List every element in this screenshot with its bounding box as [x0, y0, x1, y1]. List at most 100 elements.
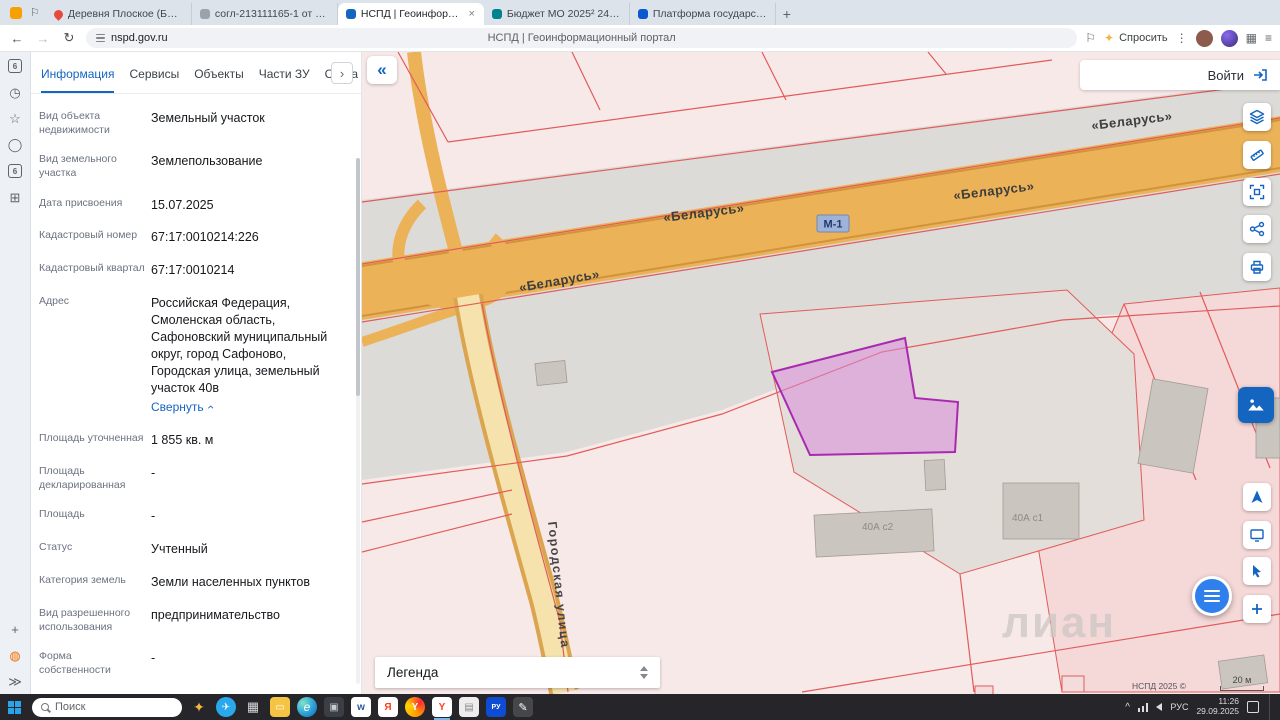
profile-circle-icon[interactable]: ◯: [8, 138, 23, 151]
taskbar-app-icon[interactable]: ✦: [189, 697, 209, 717]
browser-menu-icon[interactable]: ≡: [1265, 31, 1272, 45]
taskbar-app-icon[interactable]: Y: [405, 697, 425, 717]
tab-parcel-parts[interactable]: Части ЗУ: [259, 55, 310, 93]
locate-button[interactable]: [1243, 483, 1271, 511]
cursor-icon: [1253, 565, 1261, 578]
extension-badge[interactable]: 6: [8, 59, 22, 73]
feedback-button[interactable]: [1192, 576, 1232, 616]
tab-objects[interactable]: Объекты: [194, 55, 244, 93]
browser-sidebar: 6 ◷ ☆ ◯ 6 ⊞ + ◍ ≫: [0, 52, 31, 694]
disk-icon[interactable]: ◍: [9, 649, 20, 662]
print-button[interactable]: [1243, 253, 1271, 281]
attribute-row: Статус Учтенный: [39, 541, 208, 557]
extent-button[interactable]: [1243, 178, 1271, 206]
map-graphics: М-1 «Беларусь» «Беларусь» «Беларусь» «Бе…: [362, 52, 1280, 694]
layers-button[interactable]: [1243, 103, 1271, 131]
address-bar[interactable]: nspd.gov.ru НСПД | Геоинформационный пор…: [86, 28, 1078, 48]
show-desktop-button[interactable]: [1269, 694, 1272, 720]
legend-bar[interactable]: Легенда: [375, 657, 660, 688]
taskbar-app-icon[interactable]: ▣: [324, 697, 344, 717]
panorama-button[interactable]: [1238, 387, 1274, 423]
taskbar-app-icon[interactable]: ▦: [243, 697, 263, 717]
taskbar-app-icon[interactable]: РУ: [486, 697, 506, 717]
notification-icon[interactable]: [1247, 701, 1259, 713]
login-icon[interactable]: [1252, 67, 1268, 83]
taskbar-app-icon[interactable]: ▤: [459, 697, 479, 717]
clock[interactable]: 11:26 29.09.2025: [1196, 696, 1239, 717]
building-outline: [1061, 675, 1085, 693]
login-button[interactable]: Войти: [1208, 68, 1244, 83]
taskbar-search[interactable]: Поиск: [32, 697, 182, 717]
map-watermark: лиан: [1002, 598, 1117, 647]
profile-avatar[interactable]: [1195, 29, 1213, 47]
object-info-panel: Информация Сервисы Объекты Части ЗУ Сост…: [31, 52, 362, 694]
taskbar-app-icon[interactable]: w: [351, 697, 371, 717]
parcel-label: 40А с1: [1012, 513, 1044, 524]
taskbar-app-icon-active[interactable]: Y: [432, 697, 452, 720]
taskbar-app-icon[interactable]: ▭: [270, 697, 290, 717]
browser-tab[interactable]: Деревня Плоское (Белев...: [46, 3, 192, 25]
tray-expand-icon[interactable]: ^: [1125, 702, 1130, 713]
share-icon: [1249, 221, 1265, 237]
tab-information[interactable]: Информация: [41, 55, 115, 93]
route-badge: М-1: [816, 214, 850, 233]
volume-icon[interactable]: [1156, 703, 1163, 711]
new-tab-button[interactable]: +: [776, 3, 798, 25]
network-icon[interactable]: [1137, 702, 1149, 712]
reload-button[interactable]: ↻: [60, 30, 78, 46]
forward-button[interactable]: →: [34, 31, 52, 46]
attribute-row-address: Адрес Российская Федерация, Смоленская о…: [39, 295, 328, 415]
building: [923, 459, 947, 491]
start-button[interactable]: [8, 700, 21, 714]
back-button[interactable]: ←: [8, 31, 26, 46]
parcel-label: 40А с2: [862, 522, 894, 533]
browser-tab[interactable]: Платформа государствен...: [630, 3, 776, 25]
zoom-in-button[interactable]: [1243, 595, 1271, 623]
taskbar-app-icon[interactable]: Я: [378, 697, 398, 717]
bookmarks-star-icon[interactable]: ☆: [9, 112, 21, 125]
bookmark-flag-icon[interactable]: ⚐: [1085, 31, 1096, 45]
language-indicator[interactable]: РУС: [1170, 702, 1188, 712]
collapse-address-link[interactable]: Свернуть ›: [151, 399, 217, 415]
tab-services[interactable]: Сервисы: [129, 55, 179, 93]
svg-text:М-1: М-1: [824, 219, 843, 231]
share-button[interactable]: [1243, 215, 1271, 243]
taskbar-app-icon[interactable]: ✎: [513, 697, 533, 717]
collapse-sidebar-icon[interactable]: ≫: [8, 675, 22, 688]
building: [813, 508, 935, 558]
add-panel-icon[interactable]: +: [11, 623, 19, 636]
browser-logo-icon[interactable]: [10, 6, 22, 19]
panel-scrollbar[interactable]: [356, 158, 360, 684]
collapse-panel-button[interactable]: «: [367, 56, 397, 84]
browser-tab[interactable]: Бюджет МО 2025² 24.2.2...: [484, 3, 630, 25]
taskbar-app-icon[interactable]: ✈: [216, 697, 236, 717]
tabs-overflow-button[interactable]: ›: [331, 62, 353, 84]
panorama-icon: [1248, 399, 1264, 411]
taskbar-app-icon[interactable]: e: [297, 697, 317, 717]
map-canvas[interactable]: М-1 «Беларусь» «Беларусь» «Беларусь» «Бе…: [362, 52, 1280, 694]
attribute-row: Форма собственности -: [39, 650, 156, 677]
panels-icon[interactable]: ▦: [1246, 31, 1257, 45]
browser-tab[interactable]: согл-213111165-1 от 29.0...: [192, 3, 338, 25]
browser-tab-active[interactable]: НСПД | Геоинформац... ×: [337, 3, 484, 25]
assistant-icon[interactable]: [1220, 29, 1238, 47]
document-icon: [199, 9, 210, 19]
pinned-flag-icon[interactable]: ⚐: [30, 6, 40, 19]
extent-icon: [1249, 184, 1265, 200]
attribute-row: Вид объекта недвижимости Земельный участо…: [39, 110, 265, 136]
identify-button[interactable]: [1243, 557, 1271, 585]
url-text: nspd.gov.ru: [111, 32, 168, 44]
print-icon: [1250, 260, 1264, 274]
browser-toolbar: ← → ↻ nspd.gov.ru НСПД | Геоинформационн…: [0, 25, 1280, 52]
kebab-menu-icon[interactable]: ⋮: [1176, 31, 1188, 45]
legend-toggle-icon[interactable]: [640, 666, 648, 679]
history-icon[interactable]: ◷: [9, 86, 20, 99]
tab-close-icon[interactable]: ×: [467, 8, 475, 20]
measure-button[interactable]: [1243, 141, 1271, 169]
site-settings-icon[interactable]: [96, 33, 105, 43]
apps-grid-icon[interactable]: ⊞: [10, 191, 21, 204]
ask-ai-button[interactable]: ✦ Спросить: [1104, 31, 1168, 45]
notes-badge[interactable]: 6: [8, 164, 22, 178]
gov-favicon: [637, 9, 648, 19]
screen-button[interactable]: [1243, 521, 1271, 549]
